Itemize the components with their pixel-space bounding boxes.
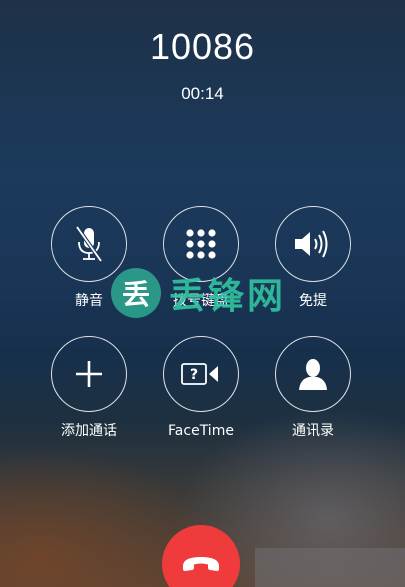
facetime-control[interactable]: ? FaceTime: [146, 336, 256, 439]
speaker-icon: [295, 230, 328, 258]
speaker-label: 免提: [299, 293, 327, 309]
background-patch: [255, 548, 405, 587]
keypad-label: 拨号键盘: [173, 293, 229, 309]
contacts-label: 通讯录: [292, 423, 334, 439]
mute-control[interactable]: 静音: [34, 206, 144, 309]
add-call-label: 添加通话: [61, 423, 117, 439]
person-icon: [299, 359, 327, 390]
speaker-button[interactable]: [275, 206, 351, 282]
add-call-button[interactable]: [51, 336, 127, 412]
facetime-button[interactable]: ?: [163, 336, 239, 412]
facetime-unavailable-icon: ?: [181, 363, 218, 385]
keypad-control[interactable]: 拨号键盘: [146, 206, 256, 309]
keypad-button[interactable]: [163, 206, 239, 282]
add-call-control[interactable]: 添加通话: [34, 336, 144, 439]
phone-hangup-icon: [183, 557, 219, 571]
microphone-muted-icon: [75, 225, 103, 263]
facetime-label: FaceTime: [168, 423, 234, 439]
speaker-control[interactable]: 免提: [258, 206, 368, 309]
contacts-control[interactable]: 通讯录: [258, 336, 368, 439]
contacts-button[interactable]: [275, 336, 351, 412]
mute-label: 静音: [75, 293, 103, 309]
mute-button[interactable]: [51, 206, 127, 282]
call-duration: 00:14: [181, 84, 224, 103]
keypad-icon: [186, 229, 216, 259]
caller-number: 10086: [149, 26, 256, 67]
svg-text:?: ?: [190, 367, 198, 383]
plus-icon: [76, 361, 102, 387]
end-call-button[interactable]: [162, 525, 240, 587]
call-screen: 10086 00:14 静音 拨号键盘 免提 添加通话 ? FaceTime 通…: [0, 0, 405, 587]
